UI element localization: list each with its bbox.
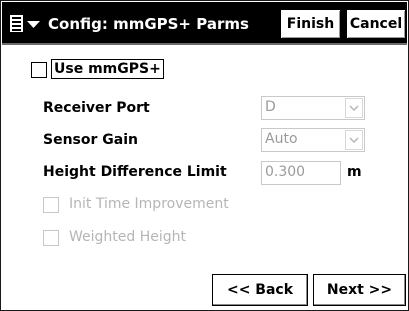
init-time-improvement-label: Init Time Improvement — [69, 196, 229, 212]
chevron-down-icon — [349, 137, 359, 144]
use-mmgps-label[interactable]: Use mmGPS+ — [51, 59, 164, 79]
receiver-port-dropdown-arrow[interactable] — [345, 98, 363, 118]
receiver-port-label: Receiver Port — [43, 100, 150, 116]
init-time-improvement-checkbox[interactable] — [43, 197, 59, 213]
height-unit-label: m — [347, 164, 362, 180]
height-difference-limit-label: Height Difference Limit — [43, 164, 227, 180]
window-title: Config: mmGPS+ Parms — [48, 15, 249, 33]
menu-button[interactable] — [9, 14, 43, 34]
config-window: Config: mmGPS+ Parms Finish Cancel Use m… — [0, 0, 409, 311]
height-difference-limit-input[interactable]: 0.300 — [261, 161, 341, 185]
use-mmgps-checkbox[interactable] — [31, 62, 47, 78]
sensor-gain-select[interactable]: Auto — [261, 128, 365, 152]
menu-icon — [10, 15, 40, 32]
sensor-gain-dropdown-arrow[interactable] — [345, 130, 363, 150]
finish-button[interactable]: Finish — [279, 8, 342, 40]
next-button[interactable]: Next >> — [313, 274, 406, 306]
sensor-gain-label: Sensor Gain — [43, 132, 138, 148]
title-bar: Config: mmGPS+ Parms Finish Cancel — [2, 2, 407, 45]
height-difference-limit-value: 0.300 — [265, 164, 306, 180]
back-button[interactable]: << Back — [212, 274, 308, 306]
chevron-down-icon — [349, 105, 359, 112]
weighted-height-label: Weighted Height — [69, 229, 187, 245]
cancel-button[interactable]: Cancel — [345, 8, 407, 40]
sensor-gain-value: Auto — [265, 131, 298, 147]
receiver-port-select[interactable]: D — [261, 96, 365, 120]
receiver-port-value: D — [265, 99, 276, 115]
weighted-height-checkbox[interactable] — [43, 230, 59, 246]
